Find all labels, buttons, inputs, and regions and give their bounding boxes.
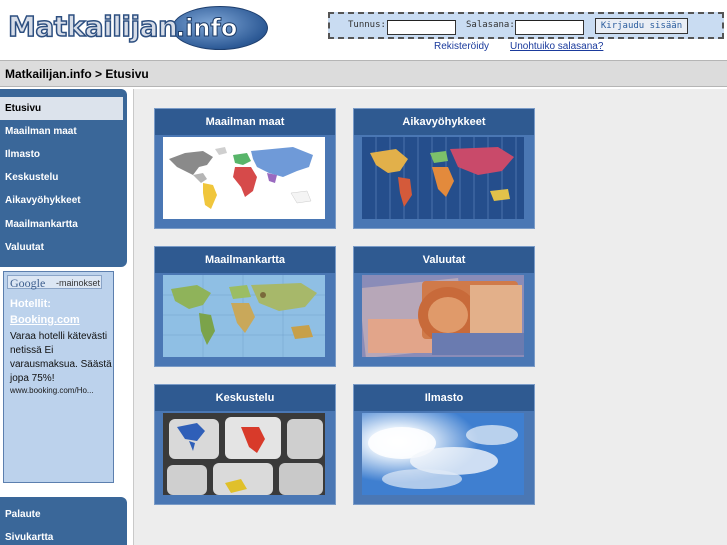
logo-text: Matkailijan (7, 9, 178, 44)
password-label: Salasana: (466, 20, 515, 30)
tile-aikavyohykkeet[interactable]: Aikavyöhykkeet (353, 108, 535, 229)
sidebar-item-maailman-maat[interactable]: Maailman maat (0, 120, 123, 143)
time-zones-map-image (362, 137, 524, 219)
tile-ilmasto[interactable]: Ilmasto (353, 384, 535, 505)
google-logo: Google (10, 276, 46, 290)
login-form: Tunnus: Salasana: Kirjaudu sisään (328, 12, 724, 39)
sidebar-item-sivukartta[interactable]: Sivukartta (0, 526, 123, 545)
tile-maailman-maat[interactable]: Maailman maat (154, 108, 336, 229)
forgot-password-link[interactable]: Unohtuiko salasana? (510, 41, 603, 52)
username-input[interactable] (387, 20, 456, 35)
main-content: Maailman maat Aikavyöhykkeet Maailmankar… (133, 89, 727, 545)
world-map-colored-image (163, 137, 325, 219)
sidebar-item-etusivu[interactable]: Etusivu (0, 97, 123, 120)
sidebar-item-aikavyohykkeet[interactable]: Aikavyöhykkeet (0, 189, 123, 212)
sidebar-item-valuutat[interactable]: Valuutat (0, 236, 123, 259)
tile-title: Aikavyöhykkeet (354, 109, 534, 135)
sidebar-item-maailmankartta[interactable]: Maailmankartta (0, 213, 123, 236)
keyboard-continents-image (163, 413, 325, 495)
ad-header: Google -mainokset (7, 275, 102, 290)
username-label: Tunnus: (348, 20, 386, 30)
password-input[interactable] (515, 20, 584, 35)
sidebar-item-palaute[interactable]: Palaute (0, 503, 123, 526)
breadcrumb-bar: Matkailijan.info > Etusivu (0, 60, 727, 87)
tile-title: Keskustelu (155, 385, 335, 411)
tile-title: Maailmankartta (155, 247, 335, 273)
header: Matkailijan .info Tunnus: Salasana: Kirj… (0, 0, 727, 60)
tile-title: Maailman maat (155, 109, 335, 135)
logo-suffix: .info (175, 14, 238, 43)
sidebar: Etusivu Maailman maat Ilmasto Keskustelu… (0, 89, 127, 545)
tile-maailmankartta[interactable]: Maailmankartta (154, 246, 336, 367)
ad-body: Varaa hotelli kätevästi netissä Ei varau… (10, 331, 112, 384)
sidebar-nav: Etusivu Maailman maat Ilmasto Keskustelu… (0, 89, 127, 267)
sidebar-footer-nav: Palaute Sivukartta (0, 497, 127, 545)
google-ad[interactable]: Google -mainokset Hotellit: Booking.com … (3, 271, 114, 483)
sidebar-item-keskustelu[interactable]: Keskustelu (0, 166, 123, 189)
tile-title: Valuutat (354, 247, 534, 273)
ad-url[interactable]: www.booking.com/Ho... (10, 386, 94, 395)
ad-label: -mainokset (56, 278, 101, 288)
world-map-relief-image (163, 275, 325, 357)
euro-banknotes-image (362, 275, 524, 357)
sidebar-item-ilmasto[interactable]: Ilmasto (0, 143, 123, 166)
ad-link[interactable]: Booking.com (10, 314, 80, 326)
login-button[interactable]: Kirjaudu sisään (595, 18, 688, 34)
tile-title: Ilmasto (354, 385, 534, 411)
tile-valuutat[interactable]: Valuutat (353, 246, 535, 367)
breadcrumb: Matkailijan.info > Etusivu (5, 67, 149, 81)
ad-title: Hotellit: (10, 298, 51, 310)
register-link[interactable]: Rekisteröidy (434, 41, 489, 52)
site-logo[interactable]: Matkailijan .info (4, 6, 268, 50)
sky-clouds-image (362, 413, 524, 495)
tile-keskustelu[interactable]: Keskustelu (154, 384, 336, 505)
